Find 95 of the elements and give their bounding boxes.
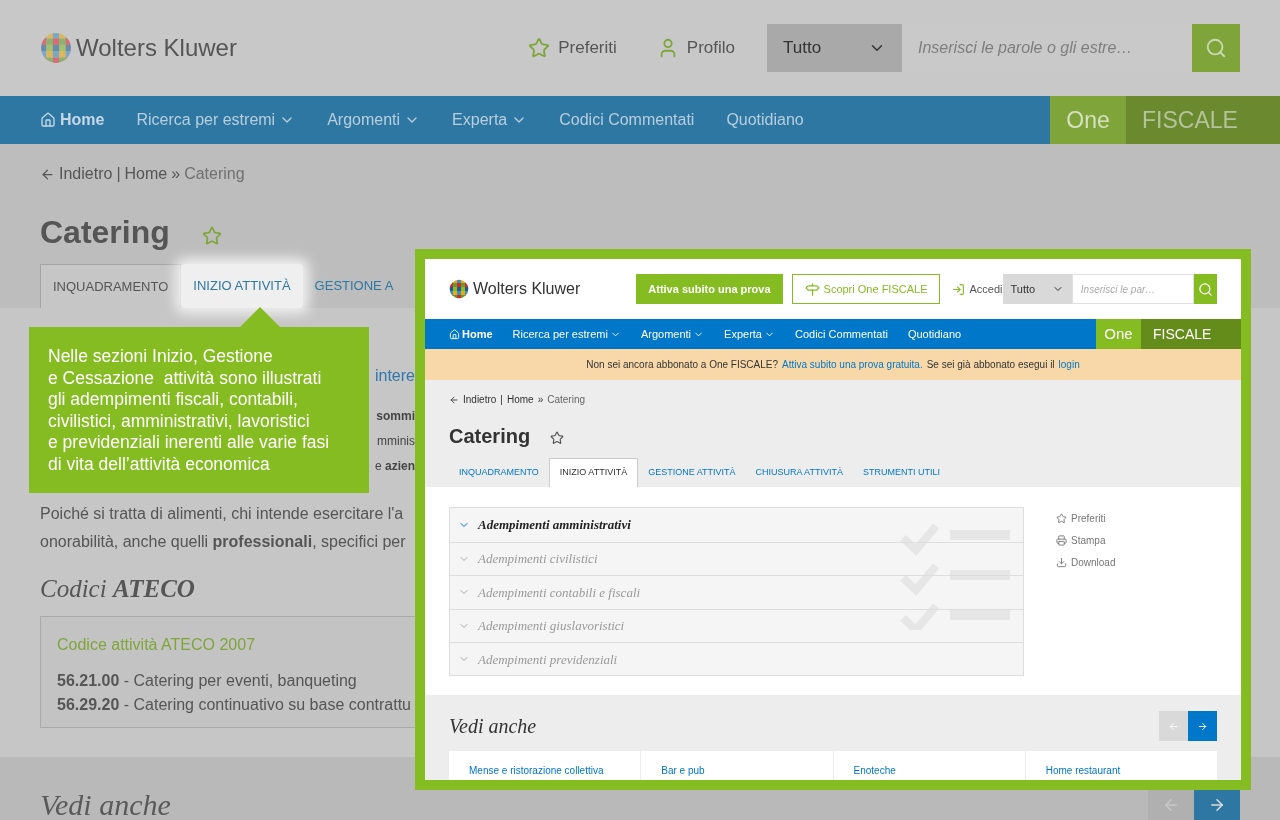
arrow-left-icon bbox=[449, 394, 459, 405]
brand-one: One bbox=[1096, 319, 1141, 349]
breadcrumb-item[interactable]: Catering bbox=[547, 392, 586, 407]
nav-item[interactable]: Argomenti bbox=[327, 108, 421, 132]
action-link[interactable]: Stampa bbox=[1056, 533, 1116, 548]
search-field[interactable]: Inserisci le par… bbox=[1071, 274, 1194, 304]
search-button[interactable] bbox=[1193, 274, 1217, 304]
search-icon bbox=[1197, 281, 1213, 297]
related-card[interactable]: Bar e pub bbox=[641, 751, 833, 780]
tab[interactable]: CHIUSURA ATTIVITÀ bbox=[745, 458, 853, 487]
breadcrumb-separator: » bbox=[171, 164, 181, 184]
printer-icon bbox=[1056, 535, 1067, 546]
login-icon bbox=[952, 282, 966, 296]
back-link[interactable]: Indietro bbox=[449, 392, 497, 407]
tab[interactable]: INIZIO ATTIVITÀ bbox=[181, 264, 303, 308]
page-title: Catering bbox=[40, 213, 170, 252]
nav-item[interactable]: Argomenti bbox=[640, 325, 705, 343]
breadcrumb-divider: | bbox=[116, 164, 121, 184]
action-link[interactable]: Preferiti bbox=[1056, 511, 1116, 526]
breadcrumb-divider: | bbox=[500, 393, 503, 407]
discover-button[interactable]: Scopri One FISCALE bbox=[791, 274, 941, 304]
tab[interactable]: STRUMENTI UTILI bbox=[852, 458, 950, 487]
notice-text: Non sei ancora abbonato a One FISCALE? bbox=[586, 358, 779, 372]
tab[interactable]: INQUADRAMENTO bbox=[40, 264, 182, 308]
breadcrumb-separator: » bbox=[537, 393, 544, 407]
body-text: mminis bbox=[377, 433, 415, 450]
nav-item[interactable]: Experta bbox=[452, 108, 528, 132]
nav-item[interactable]: Experta bbox=[724, 325, 775, 343]
brand-product: FISCALE bbox=[1126, 96, 1280, 144]
related-card[interactable]: Enoteche bbox=[833, 751, 1025, 780]
logo-text: Wolters Kluwer bbox=[76, 33, 237, 63]
header-link[interactable]: Profilo bbox=[656, 35, 735, 61]
search-icon bbox=[1205, 37, 1227, 59]
star-icon[interactable] bbox=[201, 226, 222, 246]
accordion-item[interactable]: Adempimenti previdenziali bbox=[450, 642, 1023, 676]
nav-item[interactable]: Quotidiano bbox=[726, 108, 804, 132]
login-link[interactable]: Accedi bbox=[952, 280, 1003, 298]
logo-icon bbox=[449, 279, 469, 299]
arrow-left-icon bbox=[1168, 720, 1179, 732]
page-title: Catering bbox=[449, 424, 531, 449]
logo-text: Wolters Kluwer bbox=[473, 279, 581, 299]
login-link[interactable]: login bbox=[1058, 357, 1080, 372]
breadcrumb-item[interactable]: Home bbox=[124, 162, 168, 186]
related-card[interactable]: Home restaurant bbox=[1025, 751, 1217, 780]
logo-icon bbox=[40, 32, 72, 64]
codes-title: Codice attività ATECO 2007 bbox=[57, 634, 257, 655]
code-row: 56.21.00 - Catering per eventi, banqueting bbox=[57, 671, 357, 689]
nav-item[interactable]: Ricerca per estremi bbox=[136, 108, 296, 132]
arrow-right-icon bbox=[1197, 720, 1208, 732]
header-link[interactable]: Preferiti bbox=[528, 35, 617, 61]
section-heading: Codici ATECO bbox=[40, 575, 195, 602]
tab[interactable]: GESTIONE ATTIVITÀ bbox=[638, 458, 746, 487]
nav-item[interactable]: Codici Commentati bbox=[795, 325, 888, 343]
accordion-item[interactable]: Adempimenti contabili e fiscali bbox=[450, 575, 1023, 609]
home-icon bbox=[449, 328, 460, 340]
related-card[interactable]: Mense e ristorazione collettiva bbox=[449, 751, 641, 780]
section-heading: intere bbox=[374, 366, 415, 386]
trial-button[interactable]: Attiva subito una prova bbox=[636, 274, 783, 304]
accordion-item[interactable]: Adempimenti giuslavoristici bbox=[450, 608, 1023, 642]
code-row: 56.29.20 - Catering continuativo su base contrattu bbox=[57, 695, 411, 713]
scope-select[interactable]: Tutto bbox=[767, 24, 902, 72]
tab[interactable]: INQUADRAMENTO bbox=[449, 458, 549, 487]
download-icon bbox=[1056, 557, 1067, 568]
scope-select[interactable]: Tutto bbox=[1002, 274, 1072, 304]
signpost-icon bbox=[804, 281, 820, 297]
nav-item[interactable]: Home bbox=[40, 108, 105, 132]
section-heading: Vedi anche bbox=[449, 714, 537, 739]
breadcrumb-item[interactable]: Catering bbox=[184, 162, 245, 186]
next-button[interactable] bbox=[1188, 711, 1217, 741]
nav-item[interactable]: Ricerca per estremi bbox=[512, 325, 621, 343]
back-link[interactable]: Indietro bbox=[40, 162, 113, 186]
notice-text: Se sei già abbonato esegui il bbox=[926, 358, 1055, 372]
section-heading: Vedi anche bbox=[40, 787, 171, 820]
nav-item[interactable]: Codici Commentati bbox=[559, 108, 695, 132]
body-text: sommi bbox=[376, 408, 415, 425]
brand-one: One bbox=[1050, 96, 1126, 144]
tab[interactable]: GESTIONE A bbox=[302, 264, 406, 308]
body-text: onorabilità, anche quelli professionali, specifici per bbox=[40, 533, 406, 550]
nav-item[interactable]: Home bbox=[449, 325, 493, 343]
tooltip-arrow-icon bbox=[240, 307, 280, 327]
tab[interactable]: INIZIO ATTIVITÀ bbox=[548, 458, 639, 487]
brand-product: FISCALE bbox=[1141, 319, 1241, 349]
body-text: e azien bbox=[374, 458, 415, 475]
star-icon[interactable] bbox=[550, 431, 565, 445]
action-link[interactable]: Download bbox=[1056, 555, 1116, 570]
accordion-item[interactable]: Adempimenti civilistici bbox=[450, 541, 1023, 575]
home-icon bbox=[40, 112, 56, 128]
star-icon bbox=[1056, 513, 1067, 524]
trial-link[interactable]: Attiva subito una prova gratuita. bbox=[782, 357, 923, 372]
search-button[interactable] bbox=[1192, 24, 1240, 72]
nav-item[interactable]: Quotidiano bbox=[907, 325, 962, 343]
accordion-item[interactable]: Adempimenti amministrativi bbox=[450, 508, 1023, 542]
breadcrumb-item[interactable]: Home bbox=[506, 392, 534, 407]
star-icon bbox=[528, 37, 551, 59]
body-text: Poiché si tratta di alimenti, chi intende esercitare l'a bbox=[40, 505, 404, 522]
